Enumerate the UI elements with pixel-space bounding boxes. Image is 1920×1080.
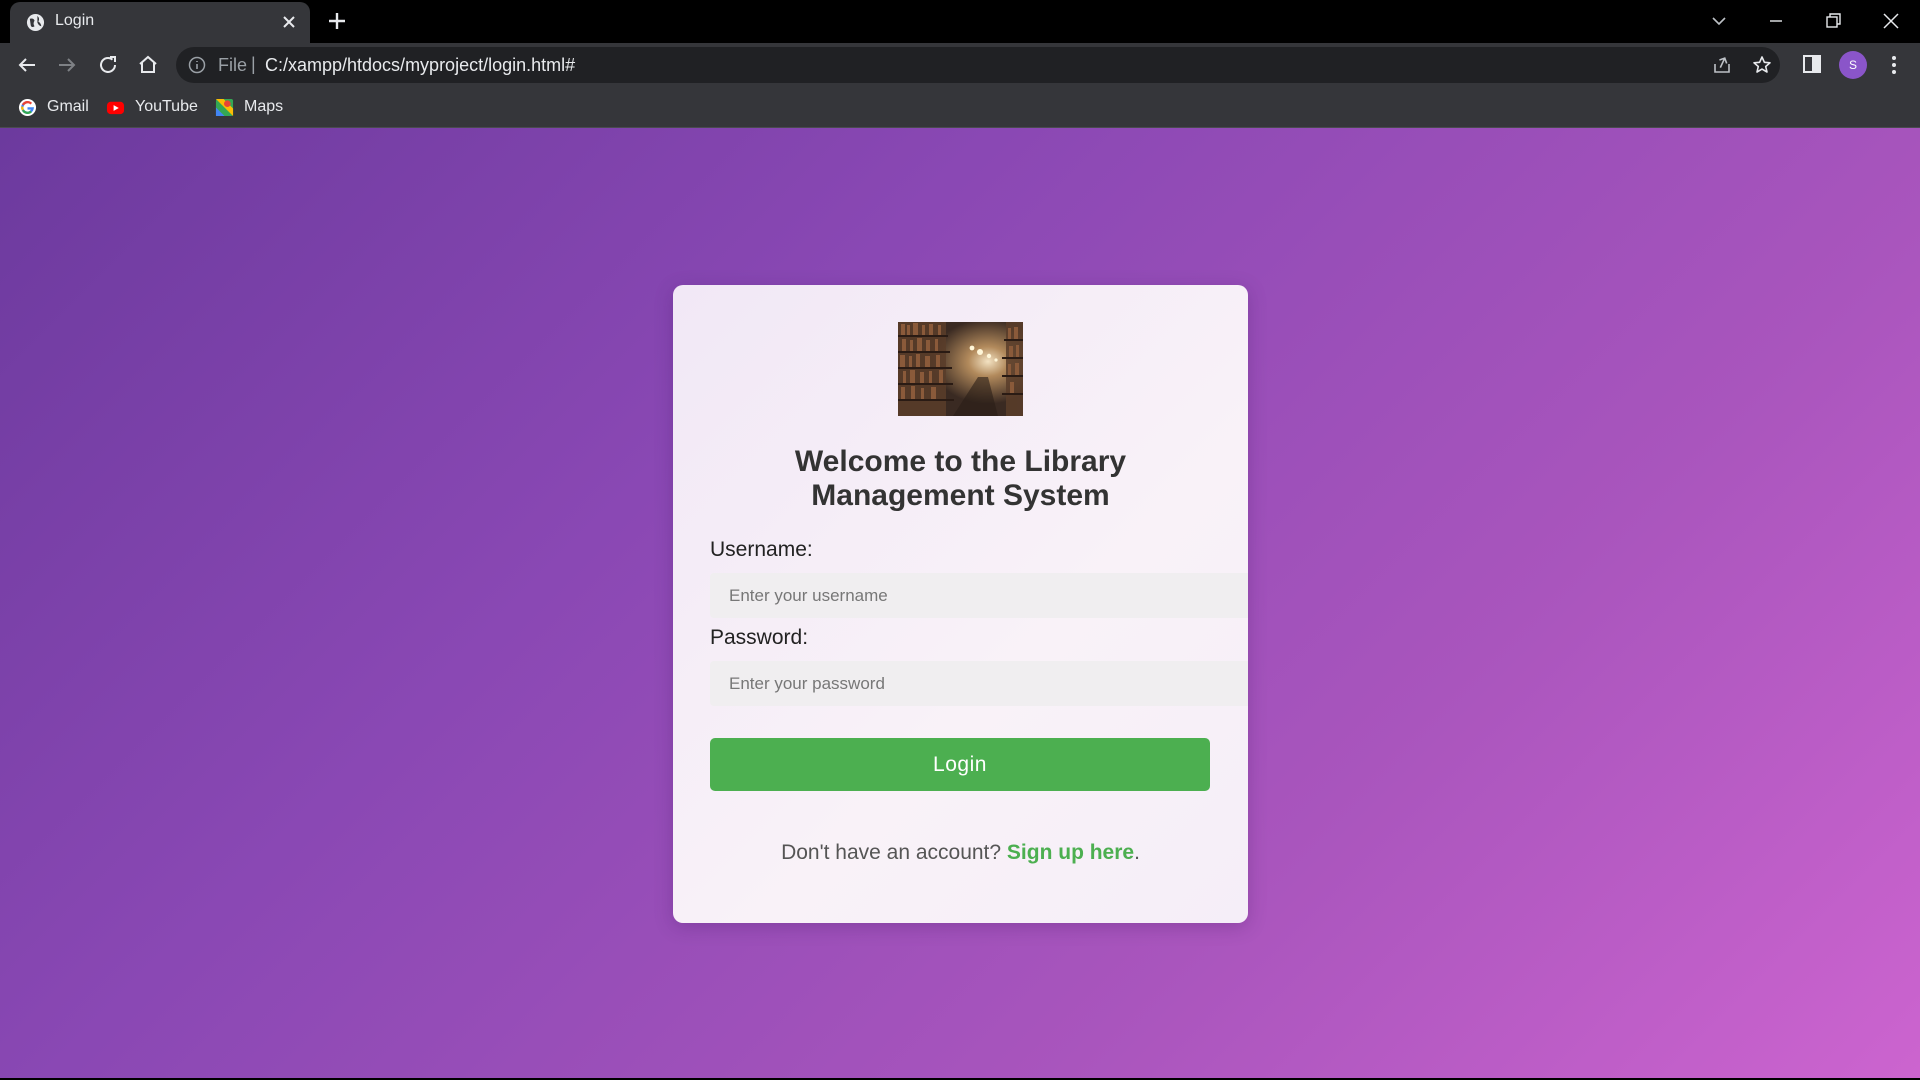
bookmark-maps[interactable]: Maps bbox=[215, 96, 287, 118]
tab-search-chevron-icon[interactable] bbox=[1706, 8, 1732, 34]
bookmark-youtube[interactable]: YouTube bbox=[106, 96, 198, 118]
login-button[interactable]: Login bbox=[710, 738, 1210, 791]
info-icon[interactable] bbox=[188, 56, 206, 74]
url-separator: | bbox=[251, 54, 256, 74]
home-icon[interactable] bbox=[136, 53, 160, 77]
username-label: Username: bbox=[710, 538, 813, 561]
window-close-icon[interactable] bbox=[1878, 8, 1904, 34]
address-bar[interactable]: File | C:/xampp/htdocs/myproject/login.h… bbox=[176, 47, 1780, 83]
side-panel-icon[interactable] bbox=[1802, 54, 1822, 74]
close-icon[interactable] bbox=[280, 13, 298, 31]
bookmarks-bar: Gmail YouTube Maps bbox=[0, 87, 1920, 128]
youtube-icon bbox=[106, 101, 125, 115]
bookmark-star-icon[interactable] bbox=[1752, 55, 1772, 75]
bookmark-gmail[interactable]: Gmail bbox=[18, 96, 90, 118]
bookmark-label: YouTube bbox=[135, 98, 198, 115]
google-icon bbox=[18, 98, 37, 117]
login-card: Welcome to the Library Management System… bbox=[673, 285, 1248, 923]
page-viewport: Welcome to the Library Management System… bbox=[0, 128, 1920, 1078]
browser-titlebar: Login bbox=[0, 0, 1920, 43]
title-line: Welcome to the Library bbox=[794, 445, 1127, 478]
maps-icon bbox=[215, 98, 234, 117]
password-label: Password: bbox=[710, 626, 809, 649]
bookmark-label: Gmail bbox=[47, 98, 89, 115]
bookshelf-illustration bbox=[898, 322, 1023, 416]
globe-icon bbox=[26, 13, 45, 32]
signup-prompt-line: Don't have an account? Sign up here. bbox=[673, 841, 1248, 865]
minimize-icon[interactable] bbox=[1763, 8, 1789, 34]
signup-link[interactable]: Sign up here bbox=[1007, 841, 1134, 864]
reload-icon[interactable] bbox=[96, 53, 120, 77]
tab-title: Login bbox=[55, 12, 95, 29]
more-menu-icon[interactable] bbox=[1882, 53, 1906, 77]
library-logo-image bbox=[898, 322, 1023, 416]
password-input[interactable] bbox=[710, 661, 1248, 706]
signup-prompt-text: Don't have an account? bbox=[781, 841, 1002, 864]
url-text[interactable]: C:/xampp/htdocs/myproject/login.html# bbox=[265, 55, 575, 76]
title-line: Management System bbox=[811, 479, 1110, 512]
new-tab-icon[interactable] bbox=[326, 10, 348, 32]
username-input[interactable] bbox=[710, 573, 1248, 618]
signup-suffix: . bbox=[1134, 841, 1140, 864]
back-arrow-icon[interactable] bbox=[15, 53, 39, 77]
browser-toolbar: File | C:/xampp/htdocs/myproject/login.h… bbox=[0, 43, 1920, 87]
bookmark-label: Maps bbox=[244, 98, 284, 115]
restore-icon[interactable] bbox=[1820, 8, 1846, 34]
page-title: Welcome to the Library Management System bbox=[703, 445, 1218, 513]
share-icon[interactable] bbox=[1712, 55, 1732, 75]
profile-avatar[interactable]: S bbox=[1839, 51, 1867, 79]
browser-tab[interactable]: Login bbox=[10, 2, 310, 43]
forward-arrow-icon[interactable] bbox=[55, 53, 79, 77]
url-scheme-label: File bbox=[218, 55, 248, 75]
